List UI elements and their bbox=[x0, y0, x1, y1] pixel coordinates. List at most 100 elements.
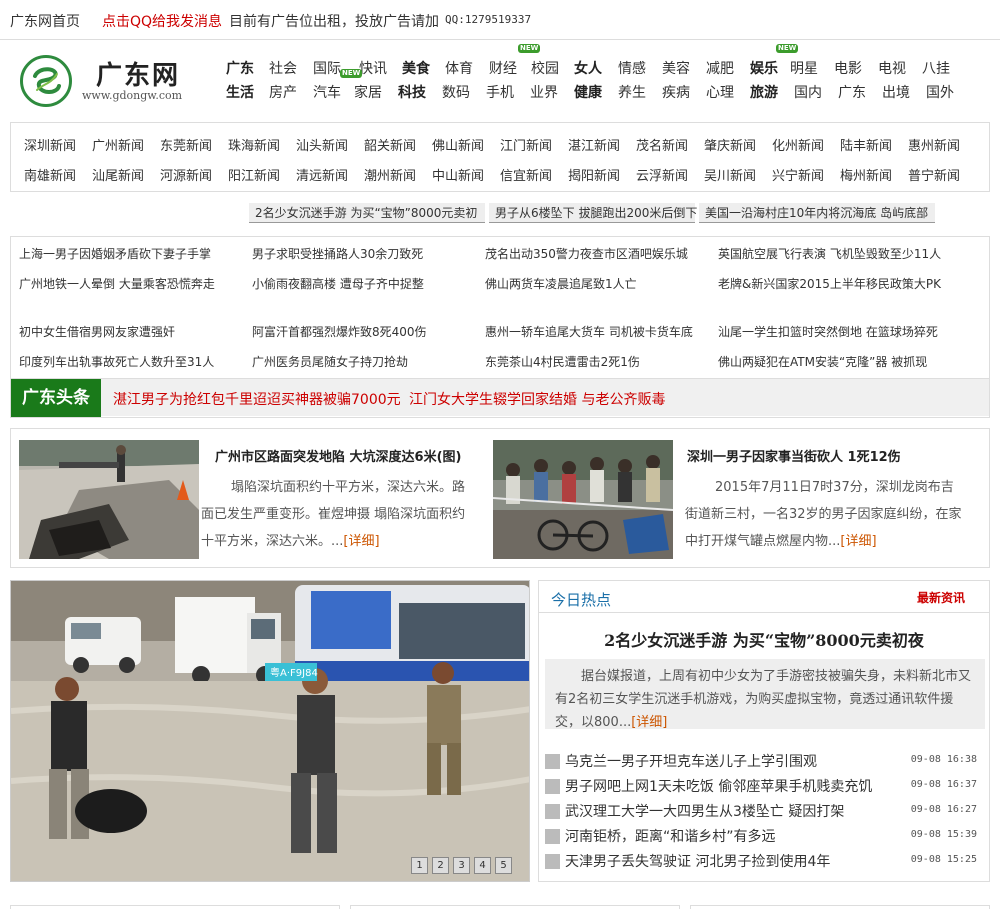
nav-item[interactable]: 科技 bbox=[398, 82, 426, 102]
city-link[interactable]: 清远新闻 bbox=[296, 165, 348, 184]
news-link[interactable]: 广州医务员尾随女子持刀抢劫 bbox=[252, 353, 408, 370]
news-link[interactable]: 东莞茶山4村民遭雷击2死1伤 bbox=[485, 353, 640, 370]
city-link[interactable]: 揭阳新闻 bbox=[568, 165, 620, 184]
hot-item-title[interactable]: 河南钜桥，距离“和谐乡村”有多远 bbox=[565, 826, 776, 846]
nav-item[interactable]: 女人 bbox=[574, 58, 602, 78]
nav-item[interactable]: 心理 bbox=[706, 82, 734, 102]
nav-item[interactable]: 美食 bbox=[402, 58, 430, 78]
nav-item[interactable]: 家居 bbox=[354, 82, 382, 102]
hot-item-title[interactable]: 男子网吧上网1天未吃饭 偷邻座苹果手机贱卖充饥 bbox=[565, 776, 872, 796]
city-link[interactable]: 韶关新闻 bbox=[364, 135, 416, 154]
nav-item[interactable]: 旅游 bbox=[750, 82, 778, 102]
slide-page-button[interactable]: 2 bbox=[432, 857, 449, 874]
slide-page-button[interactable]: 5 bbox=[495, 857, 512, 874]
city-link[interactable]: 云浮新闻 bbox=[636, 165, 688, 184]
nav-item[interactable]: 手机 bbox=[486, 82, 514, 102]
nav-item[interactable]: 出境 bbox=[882, 82, 910, 102]
guangdong-top-link[interactable]: 江门女大学生辍学回家结婚 与老公齐贩毒 bbox=[409, 389, 665, 409]
city-link[interactable]: 肇庆新闻 bbox=[704, 135, 756, 154]
hot-list-item[interactable]: 河南钜桥，距离“和谐乡村”有多远 09-08 15:39 bbox=[545, 824, 985, 848]
city-link[interactable]: 广州新闻 bbox=[92, 135, 144, 154]
city-link[interactable]: 梅州新闻 bbox=[840, 165, 892, 184]
news-link[interactable]: 阿富汗首都强烈爆炸致8死400伤 bbox=[252, 323, 427, 340]
city-link[interactable]: 汕头新闻 bbox=[296, 135, 348, 154]
nav-item[interactable]: 汽车 bbox=[313, 82, 341, 102]
feature-more-link[interactable]: [详细] bbox=[343, 534, 379, 549]
nav-item[interactable]: 电影 bbox=[834, 58, 862, 78]
news-link[interactable]: 佛山两货车凌晨追尾致1人亡 bbox=[485, 275, 637, 292]
city-link[interactable]: 阳江新闻 bbox=[228, 165, 280, 184]
hot-list-item[interactable]: 乌克兰一男子开坦克车送儿子上学引围观 09-08 16:38 bbox=[545, 749, 985, 773]
city-link[interactable]: 汕尾新闻 bbox=[92, 165, 144, 184]
city-link[interactable]: 普宁新闻 bbox=[908, 165, 960, 184]
nav-item[interactable]: 国际 bbox=[313, 58, 341, 78]
nav-item[interactable]: 体育 bbox=[445, 58, 473, 78]
news-link[interactable]: 初中女生借宿男网友家遭强奸 bbox=[19, 323, 175, 340]
nav-item[interactable]: 广东 bbox=[226, 58, 254, 78]
nav-item[interactable]: 疾病 bbox=[662, 82, 690, 102]
city-link[interactable]: 信宜新闻 bbox=[500, 165, 552, 184]
slide-page-button[interactable]: 4 bbox=[474, 857, 491, 874]
news-link[interactable]: 汕尾一学生扣篮时突然倒地 在篮球场猝死 bbox=[718, 323, 938, 340]
nav-item[interactable]: 生活 bbox=[226, 82, 254, 102]
nav-item[interactable]: 养生 bbox=[618, 82, 646, 102]
nav-item[interactable]: 广东 bbox=[838, 82, 866, 102]
feature-title[interactable]: 深圳一男子因家事当街砍人 1死12伤 bbox=[687, 446, 901, 465]
nav-item[interactable]: 情感 bbox=[618, 58, 646, 78]
hot-list-item[interactable]: 武汉理工大学一大四男生从3楼坠亡 疑因打架 09-08 16:27 bbox=[545, 799, 985, 823]
qq-message-link[interactable]: 点击QQ给我发消息 bbox=[102, 11, 222, 31]
city-link[interactable]: 陆丰新闻 bbox=[840, 135, 892, 154]
news-link[interactable]: 小偷雨夜翻高楼 遭母子齐中捉整 bbox=[252, 275, 424, 292]
city-link[interactable]: 珠海新闻 bbox=[228, 135, 280, 154]
nav-item[interactable]: 健康 bbox=[574, 82, 602, 102]
hot-list-item[interactable]: 天津男子丢失驾驶证 河北男子捡到使用4年 09-08 15:25 bbox=[545, 849, 985, 873]
nav-item[interactable]: 国内 bbox=[794, 82, 822, 102]
city-link[interactable]: 河源新闻 bbox=[160, 165, 212, 184]
nav-item[interactable]: 社会 bbox=[269, 58, 297, 78]
city-link[interactable]: 中山新闻 bbox=[432, 165, 484, 184]
city-link[interactable]: 惠州新闻 bbox=[908, 135, 960, 154]
nav-item[interactable]: 国外 bbox=[926, 82, 954, 102]
nav-item[interactable]: 电视 bbox=[878, 58, 906, 78]
news-link[interactable]: 佛山两疑犯在ATM安装“克隆”器 被抓现 bbox=[718, 353, 927, 370]
site-logo[interactable]: 广东网 www.gdongw.com bbox=[20, 55, 200, 109]
news-link[interactable]: 老牌&新兴国家2015上半年移民政策大PK bbox=[718, 275, 941, 292]
home-link[interactable]: 广东网首页 bbox=[10, 11, 80, 31]
guangdong-top-link[interactable]: 湛江男子为抢红包千里迢迢买神器被骗7000元 bbox=[113, 389, 401, 409]
feature-image-sinkhole[interactable] bbox=[19, 440, 199, 559]
nav-item[interactable]: 美容 bbox=[662, 58, 690, 78]
nav-item[interactable]: 明星 bbox=[790, 58, 818, 78]
city-link[interactable]: 江门新闻 bbox=[500, 135, 552, 154]
nav-item[interactable]: 校园 bbox=[531, 58, 559, 78]
slide-page-button[interactable]: 1 bbox=[411, 857, 428, 874]
news-link[interactable]: 茂名出动350警力夜查市区酒吧娱乐城 bbox=[485, 245, 688, 262]
headline-link[interactable]: 男子从6楼坠下 拔腿跑出200米后倒下 bbox=[489, 203, 697, 223]
news-link[interactable]: 广州地铁一人晕倒 大量乘客恐慌奔走 bbox=[19, 275, 215, 292]
nav-item[interactable]: 房产 bbox=[269, 82, 297, 102]
headline-link[interactable]: 美国一沿海村庄10年内将沉海底 岛屿底部 bbox=[699, 203, 935, 223]
city-link[interactable]: 吴川新闻 bbox=[704, 165, 756, 184]
news-link[interactable]: 英国航空展飞行表演 飞机坠毁致至少11人 bbox=[718, 245, 941, 262]
city-link[interactable]: 湛江新闻 bbox=[568, 135, 620, 154]
city-link[interactable]: 东莞新闻 bbox=[160, 135, 212, 154]
slide-page-button[interactable]: 3 bbox=[453, 857, 470, 874]
hot-item-title[interactable]: 武汉理工大学一大四男生从3楼坠亡 疑因打架 bbox=[565, 801, 844, 821]
city-link[interactable]: 南雄新闻 bbox=[24, 165, 76, 184]
feature-title[interactable]: 广州市区路面突发地陷 大坑深度达6米(图) bbox=[215, 446, 461, 465]
hot-item-title[interactable]: 天津男子丢失驾驶证 河北男子捡到使用4年 bbox=[565, 851, 830, 871]
city-link[interactable]: 深圳新闻 bbox=[24, 135, 76, 154]
nav-item[interactable]: 快讯 bbox=[359, 58, 387, 78]
city-link[interactable]: 茂名新闻 bbox=[636, 135, 688, 154]
feature-image-street[interactable] bbox=[493, 440, 673, 559]
photo-slideshow[interactable]: 粤A·F9J84 1 2 3 4 5 bbox=[10, 580, 530, 882]
nav-item[interactable]: 业界 bbox=[530, 82, 558, 102]
nav-item[interactable]: 财经 bbox=[489, 58, 517, 78]
city-link[interactable]: 化州新闻 bbox=[772, 135, 824, 154]
hot-item-title[interactable]: 乌克兰一男子开坦克车送儿子上学引围观 bbox=[565, 751, 817, 771]
feature-more-link[interactable]: [详细] bbox=[840, 534, 876, 549]
nav-item[interactable]: 减肥 bbox=[706, 58, 734, 78]
news-link[interactable]: 惠州一轿车追尾大货车 司机被卡货车底 bbox=[485, 323, 693, 340]
nav-item[interactable]: 八挂 bbox=[922, 58, 950, 78]
news-link[interactable]: 上海一男子因婚姻矛盾砍下妻子手掌 bbox=[19, 245, 211, 262]
city-link[interactable]: 佛山新闻 bbox=[432, 135, 484, 154]
